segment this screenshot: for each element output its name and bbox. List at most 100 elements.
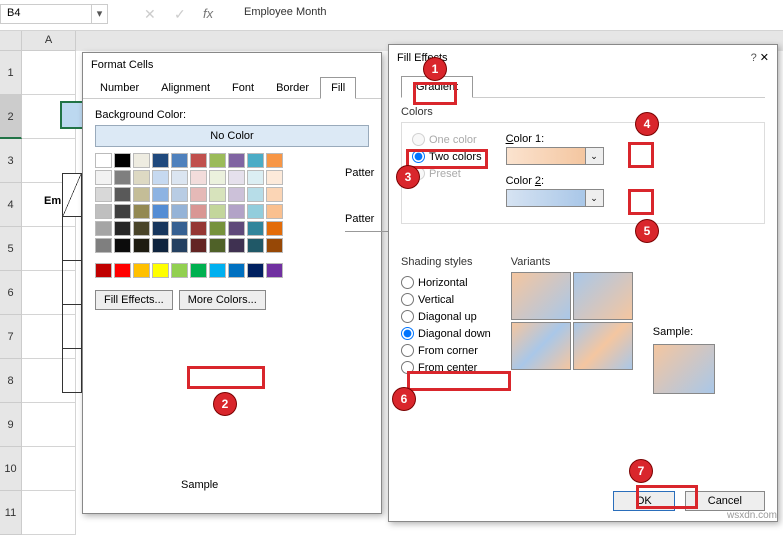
select-all-corner[interactable] [0,31,22,51]
color-swatch[interactable] [152,153,169,168]
tab-number[interactable]: Number [89,77,150,99]
color-swatch[interactable] [95,187,112,202]
help-icon[interactable]: ? [751,52,757,64]
cell[interactable] [22,491,76,535]
shading-diagonal-up[interactable]: Diagonal up [401,310,491,323]
tab-font[interactable]: Font [221,77,265,99]
color-swatch[interactable] [95,153,112,168]
one-color-radio[interactable]: One color [412,133,482,146]
color-swatch[interactable] [266,153,283,168]
color-swatch[interactable] [152,170,169,185]
color-swatch[interactable] [247,204,264,219]
color-swatch[interactable] [228,221,245,236]
row-header[interactable]: 9 [0,403,22,447]
row-header[interactable]: 8 [0,359,22,403]
color-swatch[interactable] [266,238,283,253]
standard-color-swatch[interactable] [190,263,207,278]
color-swatch[interactable] [209,187,226,202]
color-swatch[interactable] [114,221,131,236]
color-swatch[interactable] [228,187,245,202]
row-header[interactable]: 10 [0,447,22,491]
color-swatch[interactable] [190,187,207,202]
standard-color-swatch[interactable] [95,263,112,278]
color-swatch[interactable] [228,238,245,253]
shading-horizontal[interactable]: Horizontal [401,276,491,289]
color-swatch[interactable] [247,238,264,253]
row-header[interactable]: 2 [0,95,22,139]
standard-color-swatch[interactable] [152,263,169,278]
color-swatch[interactable] [171,153,188,168]
color-swatch[interactable] [247,221,264,236]
row-header[interactable]: 11 [0,491,22,535]
color-swatch[interactable] [266,187,283,202]
fx-icon[interactable]: fx [203,6,213,21]
color-swatch[interactable] [114,204,131,219]
column-header[interactable]: A [22,31,76,51]
color-swatch[interactable] [247,170,264,185]
variant-1[interactable] [511,272,571,320]
color-swatch[interactable] [95,204,112,219]
color-swatch[interactable] [171,170,188,185]
color-swatch[interactable] [171,204,188,219]
standard-color-swatch[interactable] [114,263,131,278]
chevron-down-icon[interactable]: ⌄ [585,148,603,164]
cell[interactable] [22,51,76,95]
standard-color-swatch[interactable] [247,263,264,278]
color-swatch[interactable] [152,238,169,253]
color2-picker[interactable]: ⌄ [506,189,604,207]
color-swatch[interactable] [209,204,226,219]
standard-color-swatch[interactable] [266,263,283,278]
color-swatch[interactable] [209,238,226,253]
color-swatch[interactable] [114,187,131,202]
standard-color-swatch[interactable] [133,263,150,278]
color-swatch[interactable] [228,153,245,168]
color-swatch[interactable] [152,221,169,236]
variant-4[interactable] [573,322,633,370]
row-header[interactable]: 6 [0,271,22,315]
color-swatch[interactable] [266,204,283,219]
chevron-down-icon[interactable]: ⌄ [585,190,603,206]
color-swatch[interactable] [247,187,264,202]
variant-3[interactable] [511,322,571,370]
color1-picker[interactable]: ⌄ [506,147,604,165]
color-swatch[interactable] [190,221,207,236]
color-swatch[interactable] [266,170,283,185]
color-swatch[interactable] [209,153,226,168]
standard-color-swatch[interactable] [171,263,188,278]
row-header[interactable]: 7 [0,315,22,359]
color-swatch[interactable] [228,204,245,219]
color-swatch[interactable] [133,153,150,168]
color-swatch[interactable] [228,170,245,185]
name-box[interactable]: B4 [0,4,92,24]
color-swatch[interactable] [114,238,131,253]
color-swatch[interactable] [133,221,150,236]
color-swatch[interactable] [190,153,207,168]
color-swatch[interactable] [95,238,112,253]
shading-diagonal-down[interactable]: Diagonal down [401,327,491,340]
color-swatch[interactable] [152,204,169,219]
color-swatch[interactable] [114,170,131,185]
variant-2[interactable] [573,272,633,320]
color-swatch[interactable] [133,170,150,185]
shading-vertical[interactable]: Vertical [401,293,491,306]
formula-bar[interactable]: Employee Month [238,4,779,24]
color-swatch[interactable] [190,204,207,219]
name-box-dropdown[interactable]: ▾ [92,4,108,24]
color-swatch[interactable] [133,238,150,253]
cell[interactable] [22,403,76,447]
color-swatch[interactable] [209,170,226,185]
row-header[interactable]: 3 [0,139,22,183]
color-swatch[interactable] [133,187,150,202]
color-swatch[interactable] [190,238,207,253]
close-icon[interactable]: ✕ [760,52,769,64]
standard-color-swatch[interactable] [228,263,245,278]
no-color-button[interactable]: No Color [95,125,369,147]
row-header[interactable]: 1 [0,51,22,95]
color-swatch[interactable] [190,170,207,185]
color-swatch[interactable] [133,204,150,219]
tab-border[interactable]: Border [265,77,320,99]
color-swatch[interactable] [114,153,131,168]
cell[interactable] [22,447,76,491]
color-swatch[interactable] [209,221,226,236]
fill-effects-button[interactable]: Fill Effects... [95,290,173,310]
